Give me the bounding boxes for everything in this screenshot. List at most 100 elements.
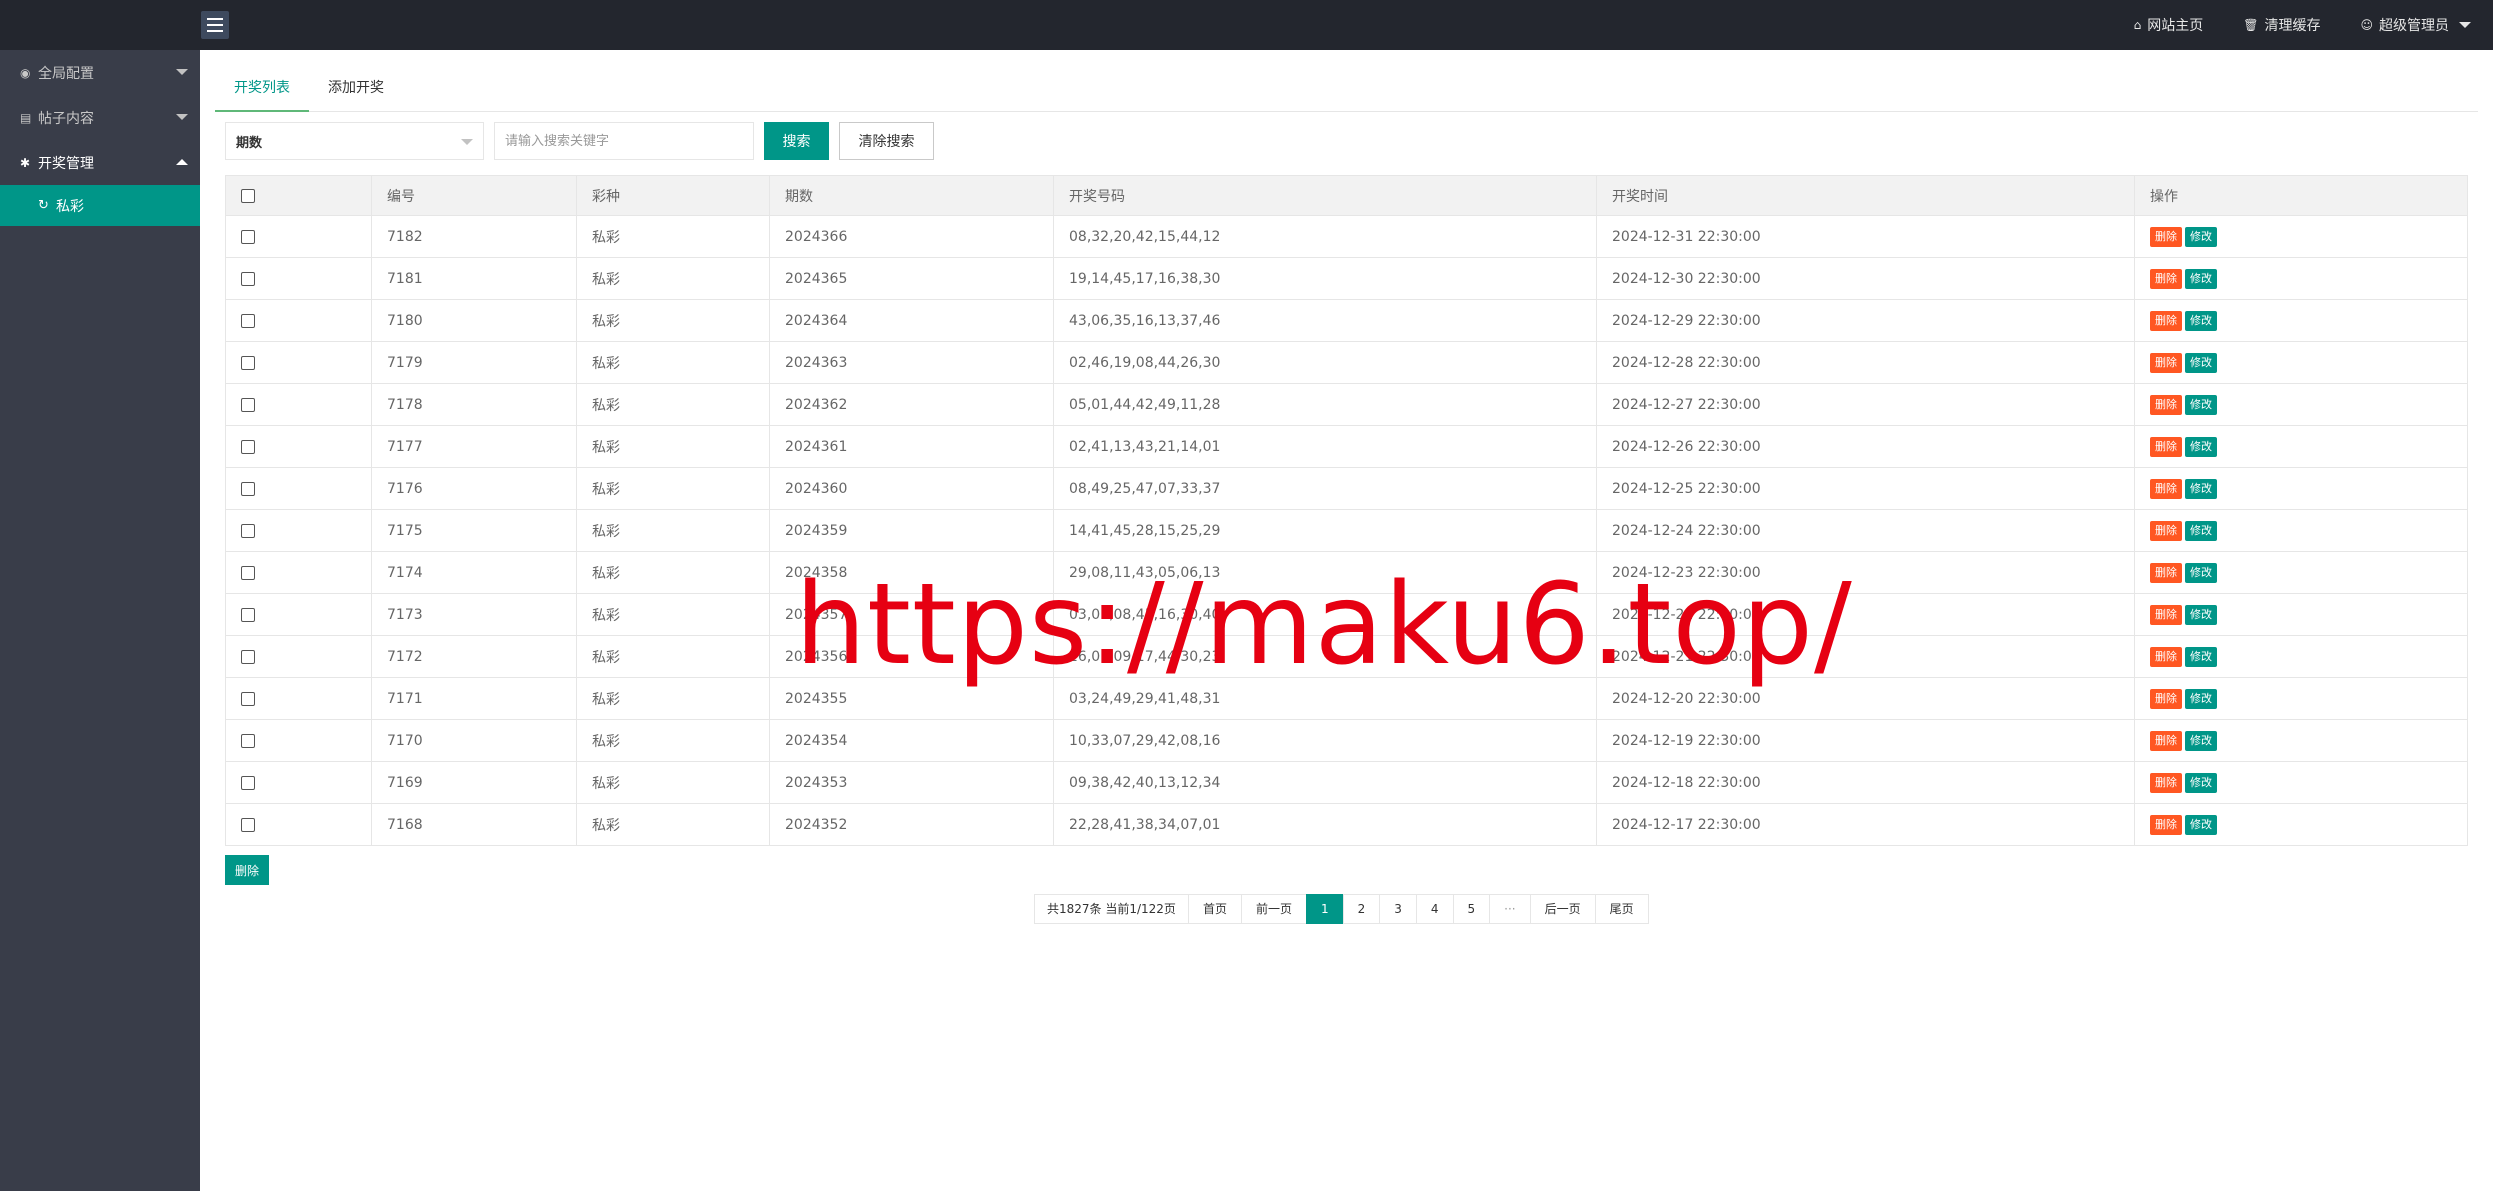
cell-type: 私彩 (576, 761, 770, 804)
cell-id: 7175 (371, 509, 577, 552)
sidebar-item-post-content[interactable]: ▤ 帖子内容 (0, 95, 200, 140)
row-checkbox[interactable] (241, 271, 255, 286)
cell-type: 私彩 (576, 299, 770, 342)
row-delete-button[interactable]: 删除 (2150, 478, 2182, 499)
cell-time: 2024-12-27 22:30:00 (1596, 383, 2135, 426)
cell-type: 私彩 (576, 341, 770, 384)
cell-numbers: 29,08,11,43,05,06,13 (1053, 551, 1597, 594)
search-input[interactable] (494, 122, 754, 160)
tab-add-draw[interactable]: 添加开奖 (309, 66, 403, 111)
search-field-select[interactable]: 期数 (225, 122, 484, 160)
cell-id: 7169 (371, 761, 577, 804)
row-edit-button[interactable]: 修改 (2185, 436, 2217, 457)
pagination-first[interactable]: 首页 (1187, 894, 1242, 924)
cell-time: 2024-12-22 22:30:00 (1596, 593, 2135, 636)
row-checkbox[interactable] (241, 355, 255, 370)
row-delete-button[interactable]: 删除 (2150, 772, 2182, 793)
pagination-page-2[interactable]: 2 (1342, 894, 1381, 924)
pagination-prev[interactable]: 前一页 (1240, 894, 1307, 924)
cell-actions: 删除 修改 (2134, 719, 2468, 762)
row-delete-button[interactable]: 删除 (2150, 436, 2182, 457)
cell-period: 2024362 (769, 383, 1054, 426)
col-header-period: 期数 (769, 175, 1054, 216)
cell-time: 2024-12-26 22:30:00 (1596, 425, 2135, 468)
row-edit-button[interactable]: 修改 (2185, 226, 2217, 247)
site-home-link[interactable]: ⌂ 网站主页 (2134, 15, 2204, 35)
chevron-down-icon (176, 114, 188, 120)
row-checkbox[interactable] (241, 607, 255, 622)
row-checkbox[interactable] (241, 229, 255, 244)
cell-id: 7171 (371, 677, 577, 720)
row-checkbox[interactable] (241, 691, 255, 706)
row-delete-button[interactable]: 删除 (2150, 730, 2182, 751)
row-delete-button[interactable]: 删除 (2150, 814, 2182, 835)
row-edit-button[interactable]: 修改 (2185, 562, 2217, 583)
row-delete-button[interactable]: 删除 (2150, 352, 2182, 373)
row-checkbox[interactable] (241, 817, 255, 832)
row-delete-button[interactable]: 删除 (2150, 394, 2182, 415)
pagination-page-5[interactable]: 5 (1452, 894, 1491, 924)
row-delete-button[interactable]: 删除 (2150, 562, 2182, 583)
row-delete-button[interactable]: 删除 (2150, 646, 2182, 667)
row-edit-button[interactable]: 修改 (2185, 268, 2217, 289)
hamburger-menu-icon[interactable] (201, 11, 229, 39)
sidebar-item-label: 帖子内容 (38, 110, 94, 127)
trash-icon: 🗑 (2243, 18, 2259, 32)
row-edit-button[interactable]: 修改 (2185, 394, 2217, 415)
row-edit-button[interactable]: 修改 (2185, 730, 2217, 751)
col-header-actions: 操作 (2134, 175, 2468, 216)
sidebar-item-lottery-management[interactable]: ✱ 开奖管理 (0, 140, 200, 185)
cell-actions: 删除 修改 (2134, 383, 2468, 426)
cell-id: 7182 (371, 215, 577, 258)
row-checkbox[interactable] (241, 565, 255, 580)
row-delete-button[interactable]: 删除 (2150, 520, 2182, 541)
row-select-cell (225, 677, 372, 720)
pagination-page-3[interactable]: 3 (1379, 894, 1417, 924)
row-edit-button[interactable]: 修改 (2185, 646, 2217, 667)
row-delete-button[interactable]: 删除 (2150, 688, 2182, 709)
row-checkbox[interactable] (241, 523, 255, 538)
sidebar-item-global-config[interactable]: ◉ 全局配置 (0, 50, 200, 95)
pagination-page-4[interactable]: 4 (1415, 894, 1454, 924)
cell-period: 2024357 (769, 593, 1054, 636)
row-delete-button[interactable]: 删除 (2150, 604, 2182, 625)
row-edit-button[interactable]: 修改 (2185, 520, 2217, 541)
row-checkbox[interactable] (241, 733, 255, 748)
draw-results-table: 编号 彩种 期数 开奖号码 开奖时间 操作 7182 私彩 2024366 08,32… (225, 175, 2468, 846)
chevron-up-icon (176, 159, 188, 165)
row-edit-button[interactable]: 修改 (2185, 604, 2217, 625)
row-checkbox[interactable] (241, 649, 255, 664)
cell-time: 2024-12-29 22:30:00 (1596, 299, 2135, 342)
clear-cache-link[interactable]: 🗑 清理缓存 (2243, 15, 2320, 35)
row-edit-button[interactable]: 修改 (2185, 478, 2217, 499)
row-edit-button[interactable]: 修改 (2185, 310, 2217, 331)
admin-user-menu[interactable]: ☺ 超级管理员 (2360, 15, 2471, 35)
row-select-cell (225, 803, 372, 846)
pagination-last[interactable]: 尾页 (1594, 894, 1649, 924)
pagination-next[interactable]: 后一页 (1529, 894, 1596, 924)
sidebar-subitem-private-lottery[interactable]: ↻ 私彩 (0, 185, 200, 226)
cell-time: 2024-12-23 22:30:00 (1596, 551, 2135, 594)
top-links: ⌂ 网站主页 🗑 清理缓存 ☺ 超级管理员 (2134, 0, 2471, 50)
row-delete-button[interactable]: 删除 (2150, 268, 2182, 289)
search-button[interactable]: 搜索 (764, 122, 829, 160)
row-edit-button[interactable]: 修改 (2185, 688, 2217, 709)
row-delete-button[interactable]: 删除 (2150, 226, 2182, 247)
pagination-page-1[interactable]: 1 (1305, 894, 1344, 924)
select-all-checkbox[interactable] (241, 188, 255, 203)
row-edit-button[interactable]: 修改 (2185, 772, 2217, 793)
bulk-delete-button[interactable]: 删除 (225, 855, 269, 885)
row-checkbox[interactable] (241, 313, 255, 328)
row-checkbox[interactable] (241, 775, 255, 790)
row-delete-button[interactable]: 删除 (2150, 310, 2182, 331)
row-checkbox[interactable] (241, 397, 255, 412)
row-edit-button[interactable]: 修改 (2185, 814, 2217, 835)
row-edit-button[interactable]: 修改 (2185, 352, 2217, 373)
cell-time: 2024-12-19 22:30:00 (1596, 719, 2135, 762)
row-select-cell (225, 509, 372, 552)
row-checkbox[interactable] (241, 481, 255, 496)
row-select-cell (225, 593, 372, 636)
tab-draw-list[interactable]: 开奖列表 (215, 66, 309, 112)
row-checkbox[interactable] (241, 439, 255, 454)
clear-search-button[interactable]: 清除搜索 (839, 122, 934, 160)
